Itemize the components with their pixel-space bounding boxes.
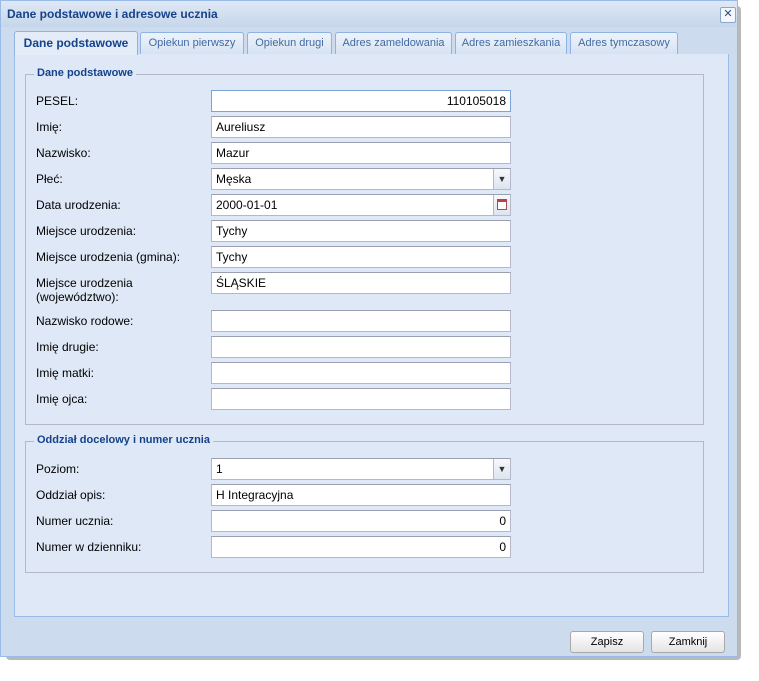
tab-adres-zamieszkania[interactable]: Adres zamieszkania	[455, 32, 567, 54]
birth-date-value: 2000-01-01	[216, 198, 278, 212]
gender-value: Męska	[216, 172, 252, 186]
tab-opiekun-drugi[interactable]: Opiekun drugi	[247, 32, 332, 54]
register-number-label: Numer w dzienniku:	[36, 540, 142, 554]
level-label: Poziom:	[36, 462, 80, 476]
calendar-trigger[interactable]	[493, 195, 510, 215]
birth-place-label: Miejsce urodzenia:	[36, 224, 137, 238]
student-number-field[interactable]: 0	[211, 510, 511, 532]
save-button[interactable]: Zapisz	[570, 631, 644, 653]
pesel-field[interactable]: 110105018	[211, 90, 511, 112]
mother-name-label: Imię matki:	[36, 366, 95, 380]
student-number-label: Numer ucznia:	[36, 514, 114, 528]
class-description-field[interactable]: H Integracyjna	[211, 484, 511, 506]
second-name-field[interactable]	[211, 336, 511, 358]
tab-adres-tymczasowy[interactable]: Adres tymczasowy	[570, 32, 678, 54]
tab-dane-podstawowe[interactable]: Dane podstawowe	[14, 31, 138, 55]
birth-municipality-label: Miejsce urodzenia (gmina):	[36, 250, 181, 264]
chevron-down-icon[interactable]: ▼	[493, 169, 510, 189]
chevron-down-icon[interactable]: ▼	[493, 459, 510, 479]
close-button[interactable]: Zamknij	[651, 631, 725, 653]
birth-place-field[interactable]: Tychy	[211, 220, 511, 242]
birth-voivodeship-label: Miejsce urodzenia (województwo):	[36, 276, 133, 304]
maiden-name-field[interactable]	[211, 310, 511, 332]
tab-opiekun-pierwszy[interactable]: Opiekun pierwszy	[140, 32, 244, 54]
second-name-label: Imię drugie:	[36, 340, 99, 354]
dialog-window: Dane podstawowe i adresowe ucznia ✕ Dane…	[0, 0, 738, 657]
calendar-icon	[497, 199, 507, 210]
father-name-field[interactable]	[211, 388, 511, 410]
title-bar[interactable]: Dane podstawowe i adresowe ucznia ✕	[1, 1, 737, 27]
tab-adres-zameldowania[interactable]: Adres zameldowania	[335, 32, 452, 54]
birth-voivodeship-label-line1: Miejsce urodzenia	[36, 276, 133, 290]
first-name-field[interactable]: Aureliusz	[211, 116, 511, 138]
class-description-label: Oddział opis:	[36, 488, 106, 502]
dialog-title: Dane podstawowe i adresowe ucznia	[7, 7, 218, 21]
first-name-label: Imię:	[36, 120, 63, 134]
basic-data-legend: Dane podstawowe	[34, 67, 136, 79]
gender-select[interactable]: Męska ▼	[211, 168, 511, 190]
pesel-label: PESEL:	[36, 94, 79, 108]
maiden-name-label: Nazwisko rodowe:	[36, 314, 134, 328]
birth-municipality-field[interactable]: Tychy	[211, 246, 511, 268]
level-value: 1	[216, 462, 223, 476]
last-name-label: Nazwisko:	[36, 146, 91, 160]
birth-date-label: Data urodzenia:	[36, 198, 121, 212]
mother-name-field[interactable]	[211, 362, 511, 384]
birth-date-field[interactable]: 2000-01-01	[211, 194, 511, 216]
level-select[interactable]: 1 ▼	[211, 458, 511, 480]
class-legend: Oddział docelowy i numer ucznia	[34, 434, 213, 446]
birth-voivodeship-field[interactable]: ŚLĄSKIE	[211, 272, 511, 294]
register-number-field[interactable]: 0	[211, 536, 511, 558]
birth-voivodeship-label-line2: (województwo):	[36, 290, 119, 304]
close-icon[interactable]: ✕	[720, 7, 736, 23]
father-name-label: Imię ojca:	[36, 392, 88, 406]
last-name-field[interactable]: Mazur	[211, 142, 511, 164]
gender-label: Płeć:	[36, 172, 63, 186]
